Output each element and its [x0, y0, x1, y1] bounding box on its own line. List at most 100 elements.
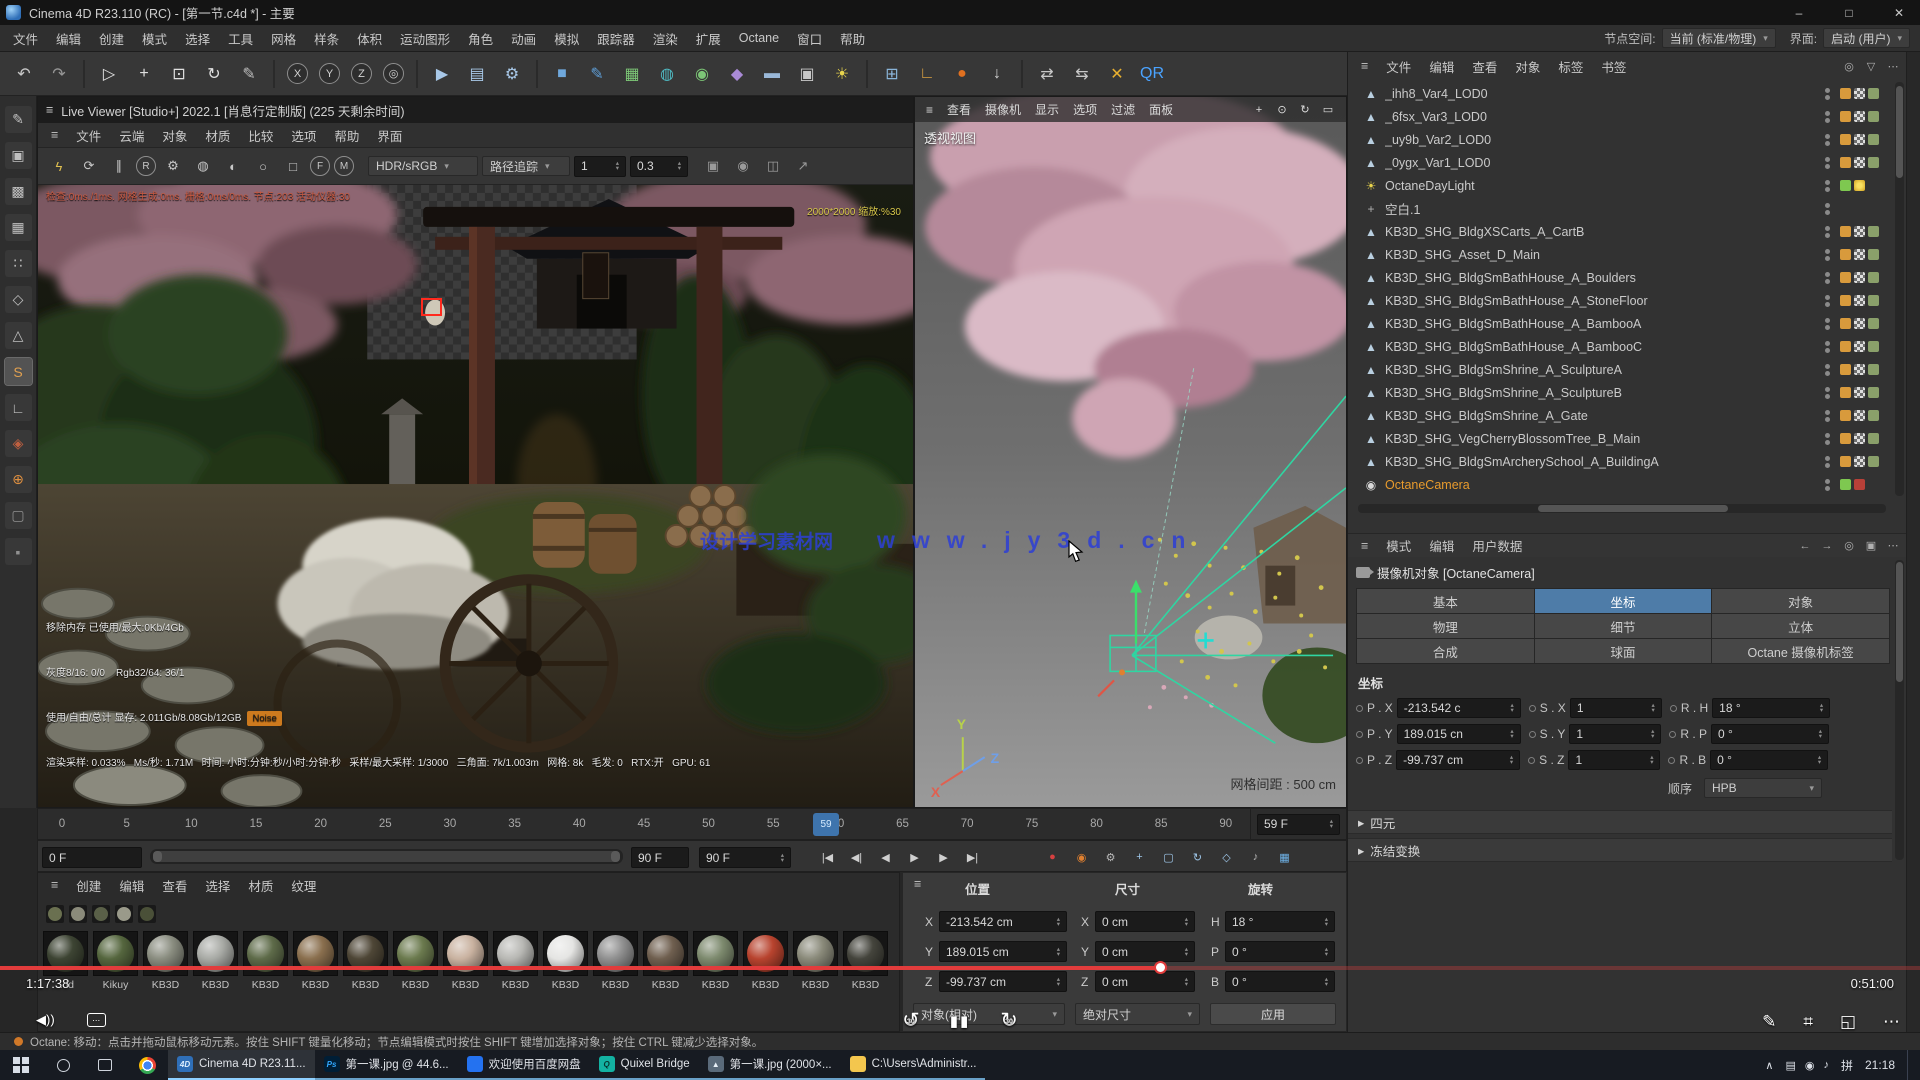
menu-item[interactable]: 运动图形 — [391, 29, 459, 48]
material-item[interactable]: KB3D — [493, 931, 538, 991]
keyframe-dot[interactable] — [1356, 731, 1363, 738]
max-frame-field[interactable]: 90 F ▴▾ — [699, 847, 791, 868]
view-zoom-icon[interactable]: ⊙ — [1272, 100, 1292, 120]
scale-x-field[interactable]: 1▴▾ — [1570, 698, 1662, 718]
move-tool-icon[interactable]: + — [128, 58, 160, 90]
lv-snapshot-icon[interactable]: ◉ — [730, 153, 756, 179]
taskbar-app[interactable]: Q Quixel Bridge — [590, 1050, 699, 1080]
material-mini-icon[interactable] — [138, 905, 156, 923]
viewport-menu-item[interactable]: 面板 — [1142, 101, 1180, 118]
coord-rotation-b-field[interactable]: 0 °▴▾ — [1225, 971, 1335, 992]
object-tags[interactable] — [1840, 295, 1886, 306]
keyframe-selection-button[interactable]: ⚙ — [1097, 845, 1124, 869]
tray-expand-icon[interactable]: ∧ — [1765, 1059, 1773, 1072]
forward-30-button[interactable]: ↻30 — [1000, 1008, 1018, 1033]
redo-icon[interactable]: ↷ — [43, 58, 75, 90]
material-item[interactable]: KB3D — [393, 931, 438, 991]
attribute-tab[interactable]: 对象 — [1712, 589, 1889, 613]
am-more-icon[interactable]: ⋯ — [1884, 537, 1902, 555]
pause-render-icon[interactable]: ∥ — [106, 153, 132, 179]
material-menu-item[interactable]: 查看 — [153, 876, 196, 895]
y-axis-lock-icon[interactable]: Y — [319, 63, 340, 84]
attribute-tab[interactable]: 坐标 — [1535, 589, 1712, 613]
render-settings-icon[interactable]: ⚙ — [496, 58, 528, 90]
material-item[interactable]: Kikuy — [93, 931, 138, 991]
menu-item[interactable]: 编辑 — [47, 29, 90, 48]
hamburger-icon[interactable]: ≡ — [905, 877, 930, 891]
object-tags[interactable] — [1840, 249, 1886, 260]
attribute-tab[interactable]: 细节 — [1535, 614, 1712, 638]
sep-2[interactable] — [273, 60, 275, 88]
range-start-field[interactable]: 0 F — [42, 847, 142, 868]
autokeying-button[interactable]: ◉ — [1068, 845, 1095, 869]
side-tab-strip[interactable] — [1906, 52, 1920, 1032]
node-space-dropdown[interactable]: 当前 (标准/物理)▾ — [1662, 28, 1776, 48]
object-manager-menu-item[interactable]: 书签 — [1592, 57, 1635, 76]
keyframe-dot[interactable] — [1668, 757, 1675, 764]
menu-item[interactable]: 扩展 — [687, 29, 730, 48]
sound-toggle-button[interactable]: ♪ — [1242, 845, 1269, 869]
object-tags[interactable] — [1840, 111, 1886, 122]
material-item[interactable]: KB3D — [593, 931, 638, 991]
material-menu-item[interactable]: 材质 — [239, 876, 282, 895]
keyframe-dot[interactable] — [1529, 705, 1536, 712]
kernel-dropdown[interactable]: 路径追踪▾ — [482, 156, 570, 176]
live-viewer-menu-item[interactable]: 帮助 — [325, 126, 368, 145]
timeline-ruler[interactable]: 051015202530354045505560657075808590 59 … — [37, 808, 1347, 840]
danmaku-icon[interactable]: ⋯ — [87, 1013, 106, 1027]
live-viewer-menu-item[interactable]: 对象 — [153, 126, 196, 145]
notes-icon[interactable]: ⌗ — [1803, 1012, 1813, 1032]
lock-mode-icon[interactable]: ▪ — [5, 538, 32, 565]
hamburger-icon[interactable]: ≡ — [42, 878, 67, 892]
snap-sphere-icon[interactable]: ● — [946, 58, 978, 90]
live-viewer-menu-item[interactable]: 材质 — [196, 126, 239, 145]
annotate-icon[interactable]: ✎ — [1762, 1012, 1776, 1032]
play-button[interactable]: ▶ — [901, 845, 928, 869]
visibility-dots[interactable] — [1825, 387, 1830, 399]
uv-mode-icon[interactable]: ◈ — [5, 430, 32, 457]
maximize-button[interactable]: □ — [1828, 0, 1870, 25]
menu-item[interactable]: 窗口 — [788, 29, 831, 48]
rotate-tool-icon[interactable]: ↻ — [198, 58, 230, 90]
live-viewer-menu-item[interactable]: 选项 — [282, 126, 325, 145]
object-tree-item[interactable]: ▲ KB3D_SHG_BldgSmBathHouse_A_StoneFloor — [1348, 289, 1892, 312]
show-desktop-button[interactable] — [1907, 1050, 1912, 1080]
om-filter-icon[interactable]: ▽ — [1862, 57, 1880, 75]
workplane-mode-icon[interactable]: ▦ — [5, 214, 32, 241]
attribute-tab[interactable]: 基本 — [1357, 589, 1534, 613]
live-selection-icon[interactable]: ▷ — [93, 58, 125, 90]
coord-size-y-field[interactable]: 0 cm▴▾ — [1095, 941, 1195, 962]
clay-mode-icon[interactable]: ◐ — [220, 153, 246, 179]
freeze-transform-section[interactable]: ▸ 冻结变换 — [1348, 838, 1892, 862]
menu-item[interactable]: 网格 — [262, 29, 305, 48]
interface-dropdown[interactable]: 启动 (用户)▾ — [1823, 28, 1910, 48]
coord-position-z-field[interactable]: -99.737 cm▴▾ — [939, 971, 1067, 992]
coord-size-dropdown[interactable]: 绝对尺寸▾ — [1075, 1003, 1200, 1025]
hamburger-icon[interactable]: ≡ — [46, 103, 53, 117]
goto-end-button[interactable]: ▶| — [959, 845, 986, 869]
restart-render-icon[interactable]: ⟳ — [76, 153, 102, 179]
tray-window-icon[interactable]: ▤ — [1785, 1059, 1795, 1072]
live-viewer-titlebar[interactable]: ≡ Live Viewer [Studio+] 2022.1 [肖息行定制版] … — [38, 97, 913, 123]
hamburger-icon[interactable]: ≡ — [919, 103, 940, 117]
object-tree-scrollbar[interactable] — [1895, 82, 1904, 496]
coord-rotation-h-field[interactable]: 18 °▴▾ — [1225, 911, 1335, 932]
object-tags[interactable] — [1840, 88, 1886, 99]
menu-item[interactable]: 工具 — [219, 29, 262, 48]
view-rotate-icon[interactable]: ↻ — [1295, 100, 1315, 120]
viewport-menu-item[interactable]: 摄像机 — [978, 101, 1028, 118]
visibility-dots[interactable] — [1825, 203, 1830, 215]
menu-item[interactable]: 文件 — [4, 29, 47, 48]
start-button[interactable] — [0, 1050, 42, 1080]
object-tags[interactable] — [1840, 318, 1886, 329]
fields-icon[interactable]: ◉ — [686, 58, 718, 90]
search-button[interactable] — [42, 1050, 84, 1080]
material-item[interactable]: KB3D — [843, 931, 888, 991]
object-tree-item[interactable]: ▲ KB3D_SHG_BldgSmBathHouse_A_BambooC — [1348, 335, 1892, 358]
solo-mode-icon[interactable]: ▢ — [5, 502, 32, 529]
material-mini-icon[interactable] — [115, 905, 133, 923]
live-toggle-icon[interactable]: ϟ — [46, 153, 72, 179]
attribute-tab[interactable]: 球面 — [1535, 639, 1712, 663]
volume-icon[interactable]: ◀)) — [36, 1012, 55, 1028]
undo-icon[interactable]: ↶ — [8, 58, 40, 90]
